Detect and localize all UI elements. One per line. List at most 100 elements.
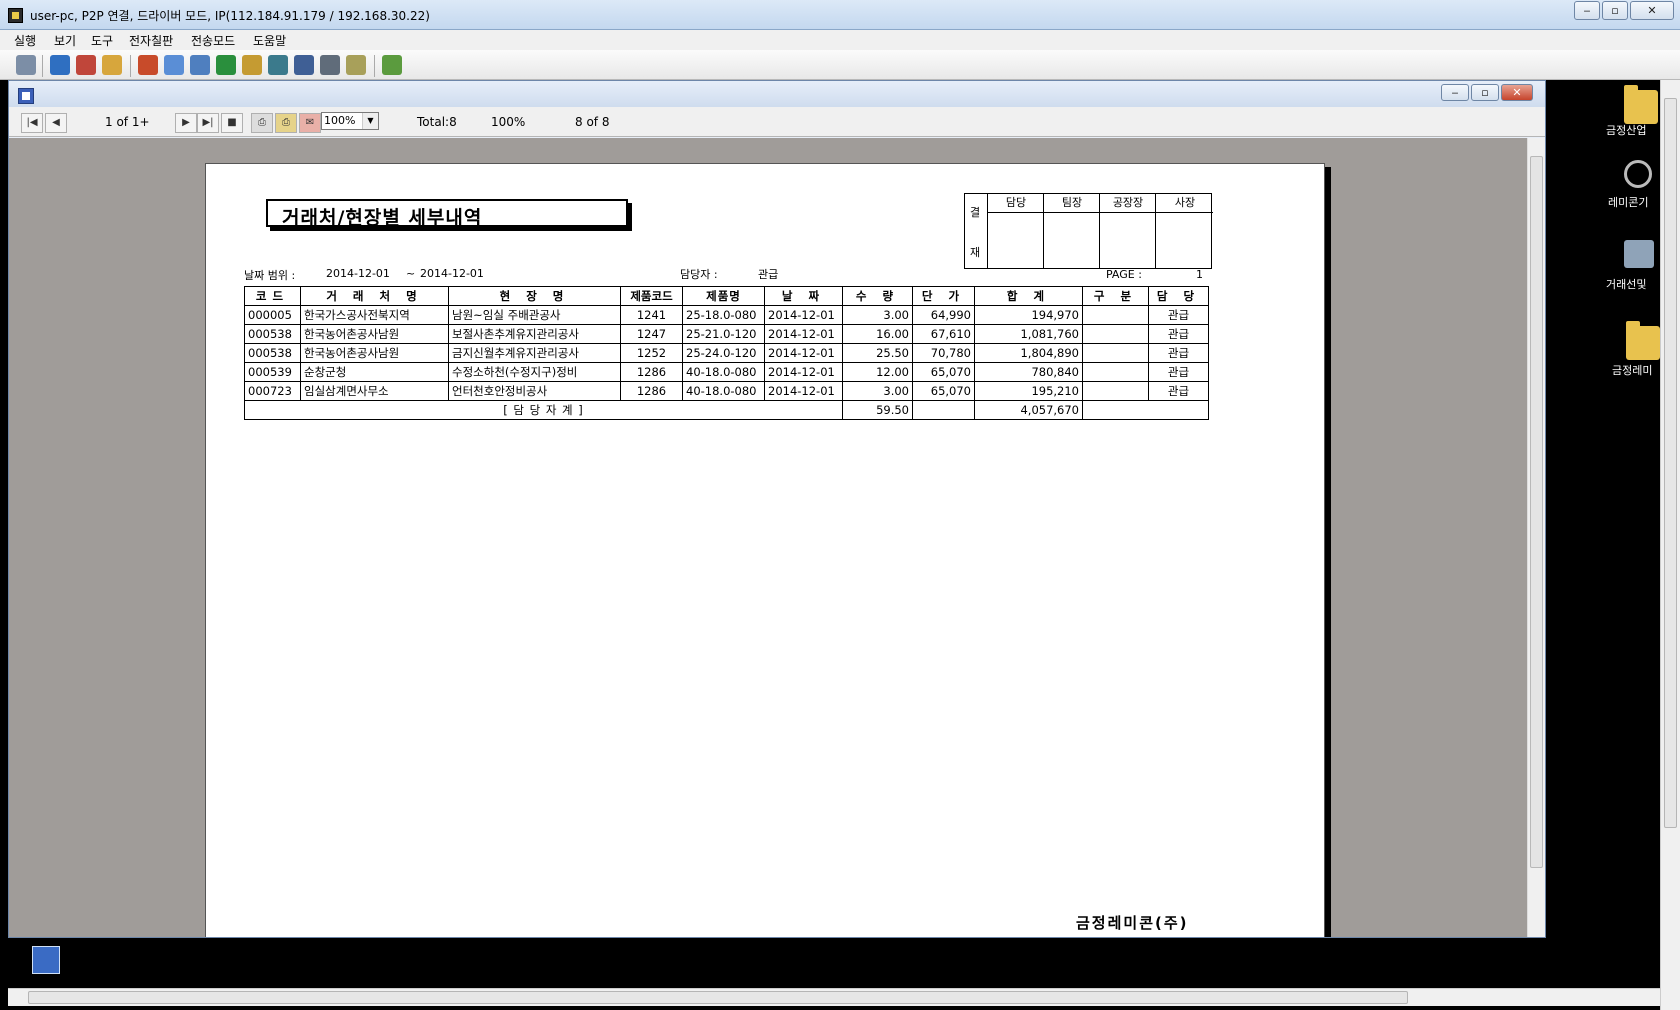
menu-tools[interactable]: 도구 bbox=[91, 32, 113, 49]
maximize-button[interactable]: ▫ bbox=[1602, 1, 1628, 20]
subtotal-quantity: 59.50 bbox=[842, 400, 913, 420]
monitor-icon[interactable] bbox=[50, 55, 70, 75]
scrollbar-thumb[interactable] bbox=[28, 991, 1408, 1004]
cell-quantity: 12.00 bbox=[842, 362, 913, 382]
zoom-select[interactable]: 100% ▼ bbox=[321, 112, 379, 130]
cell-quantity: 3.00 bbox=[842, 305, 913, 325]
zoom-percent: 100% bbox=[491, 115, 526, 129]
network-icon[interactable] bbox=[216, 55, 236, 75]
folder-icon[interactable] bbox=[1624, 85, 1658, 124]
report-navigation-bar: |◀ ◀ 1 of 1+ ▶ ▶| ■ ⎙ ⎙ ✉ 100% ▼ Total:8… bbox=[9, 107, 1545, 137]
scrollbar-thumb[interactable] bbox=[1664, 98, 1677, 828]
send-file-icon[interactable] bbox=[294, 55, 314, 75]
report-window-titlebar[interactable]: ‒ ▫ ✕ bbox=[9, 81, 1545, 107]
chat-icon[interactable] bbox=[382, 55, 402, 75]
cell-code: 000539 bbox=[244, 362, 301, 382]
people-icon[interactable] bbox=[1624, 240, 1654, 268]
report-minimize-button[interactable]: ‒ bbox=[1441, 84, 1469, 101]
date-to: 2014-12-01 bbox=[420, 267, 484, 280]
cell-total: 1,804,890 bbox=[974, 343, 1083, 363]
date-separator: ~ bbox=[406, 267, 416, 280]
taskbar-app-icon[interactable] bbox=[32, 946, 60, 974]
menu-whiteboard[interactable]: 전자칠판 bbox=[129, 32, 173, 49]
cell-quantity: 3.00 bbox=[842, 381, 913, 401]
report-title: 거래처/현장별 세부내역 bbox=[282, 207, 483, 229]
report-app-icon bbox=[18, 88, 34, 104]
refresh-screen-icon[interactable] bbox=[102, 55, 122, 75]
group-pc-icon[interactable] bbox=[346, 55, 366, 75]
export-icon[interactable]: ✉ bbox=[299, 113, 321, 133]
print-icon[interactable]: ⎙ bbox=[251, 113, 273, 133]
cell-site: 수정소하천(수정지구)정비 bbox=[448, 362, 621, 382]
column-header: 제품코드 bbox=[620, 286, 683, 306]
chevron-down-icon[interactable]: ▼ bbox=[362, 113, 378, 129]
cell-unit-price: 65,070 bbox=[912, 381, 975, 401]
manager-value: 관급 bbox=[758, 268, 779, 281]
date-range-label: 날짜 범위 : bbox=[244, 269, 296, 282]
page-label: PAGE : bbox=[1106, 268, 1142, 281]
report-viewer-window[interactable]: ‒ ▫ ✕ |◀ ◀ 1 of 1+ ▶ ▶| ■ ⎙ ⎙ ✉ 100% ▼ T… bbox=[8, 80, 1546, 938]
close-button[interactable]: ✕ bbox=[1630, 1, 1674, 20]
subtotal-label: [ 담 당 자 계 ] bbox=[244, 400, 843, 420]
connect-icon[interactable] bbox=[16, 55, 36, 75]
magnifier-icon[interactable] bbox=[1624, 160, 1652, 188]
cell-date: 2014-12-01 bbox=[764, 381, 843, 401]
column-header: 합 계 bbox=[974, 286, 1083, 306]
cell-code: 000005 bbox=[244, 305, 301, 325]
cell-client: 한국농어촌공사남원 bbox=[300, 324, 449, 344]
host-vertical-scrollbar[interactable] bbox=[1660, 80, 1680, 1010]
remote-screen-icon[interactable] bbox=[76, 55, 96, 75]
cell-site: 언터천호안정비공사 bbox=[448, 381, 621, 401]
host-horizontal-scrollbar[interactable] bbox=[8, 988, 1660, 1006]
copy-screen-icon[interactable] bbox=[190, 55, 210, 75]
report-table: 코드 거 래 처 명 현 장 명 제품코드 제품명 날 짜 수 량 단 가 합 … bbox=[244, 286, 1209, 420]
report-vertical-scrollbar[interactable] bbox=[1527, 138, 1545, 937]
record-position: 8 of 8 bbox=[575, 115, 610, 129]
approval-cell: 사장 bbox=[1155, 194, 1214, 268]
desktop-icon-label[interactable]: 거래선및 bbox=[1606, 276, 1646, 292]
stop-button[interactable]: ■ bbox=[221, 113, 243, 133]
cell-unit-price: 67,610 bbox=[912, 324, 975, 344]
cell-client: 한국농어촌공사남원 bbox=[300, 343, 449, 363]
multi-monitor-icon[interactable] bbox=[268, 55, 288, 75]
window-titlebar[interactable]: user-pc, P2P 연결, 드라이버 모드, IP(112.184.91.… bbox=[0, 0, 1680, 30]
menu-run[interactable]: 실행 bbox=[14, 32, 36, 49]
first-page-button[interactable]: |◀ bbox=[21, 113, 43, 133]
report-maximize-button[interactable]: ▫ bbox=[1471, 84, 1499, 101]
report-title-box: 거래처/현장별 세부내역 bbox=[266, 199, 628, 229]
zoom-value: 100% bbox=[324, 114, 356, 127]
column-header: 날 짜 bbox=[764, 286, 843, 306]
last-page-button[interactable]: ▶| bbox=[197, 113, 219, 133]
cell-code: 000538 bbox=[244, 343, 301, 363]
prev-page-button[interactable]: ◀ bbox=[45, 113, 67, 133]
cell-product-code: 1286 bbox=[620, 381, 683, 401]
user-icon[interactable] bbox=[242, 55, 262, 75]
approval-side: 결 재 bbox=[965, 194, 987, 268]
main-toolbar bbox=[0, 50, 1680, 80]
folder-icon[interactable] bbox=[1626, 321, 1660, 360]
next-page-button[interactable]: ▶ bbox=[175, 113, 197, 133]
approval-cell: 팀장 bbox=[1043, 194, 1100, 268]
capture-icon[interactable] bbox=[138, 55, 158, 75]
menu-transfer-mode[interactable]: 전송모드 bbox=[191, 32, 235, 49]
cell-product-code: 1286 bbox=[620, 362, 683, 382]
desktop-icon-label[interactable]: 금정레미 bbox=[1612, 362, 1652, 378]
pc-icon[interactable] bbox=[320, 55, 340, 75]
print-setup-icon[interactable]: ⎙ bbox=[275, 113, 297, 133]
table-row: 000723 임실삼계면사무소 언터천호안정비공사 1286 40-18.0-0… bbox=[244, 381, 1209, 401]
report-close-button[interactable]: ✕ bbox=[1501, 84, 1533, 101]
menu-help[interactable]: 도움말 bbox=[253, 32, 286, 49]
scrollbar-thumb[interactable] bbox=[1530, 156, 1543, 868]
report-canvas: 거래처/현장별 세부내역 결 재 담당 팀장 공장장 사장 날짜 범위 : 20… bbox=[9, 138, 1527, 937]
minimize-button[interactable]: ‒ bbox=[1574, 1, 1600, 20]
desktop-icon-label[interactable]: 금정산업 bbox=[1606, 122, 1646, 138]
table-row: 000539 순창군청 수정소하천(수정지구)정비 1286 40-18.0-0… bbox=[244, 362, 1209, 382]
window-icon[interactable] bbox=[164, 55, 184, 75]
window-title: user-pc, P2P 연결, 드라이버 모드, IP(112.184.91.… bbox=[30, 9, 430, 23]
approval-header: 사장 bbox=[1174, 196, 1196, 209]
cell-product-name: 40-18.0-080 bbox=[682, 381, 765, 401]
menu-view[interactable]: 보기 bbox=[54, 32, 76, 49]
desktop-icon-label[interactable]: 레미콘기 bbox=[1608, 194, 1648, 210]
cell-code: 000723 bbox=[244, 381, 301, 401]
cell-site: 남원~임실 주배관공사 bbox=[448, 305, 621, 325]
